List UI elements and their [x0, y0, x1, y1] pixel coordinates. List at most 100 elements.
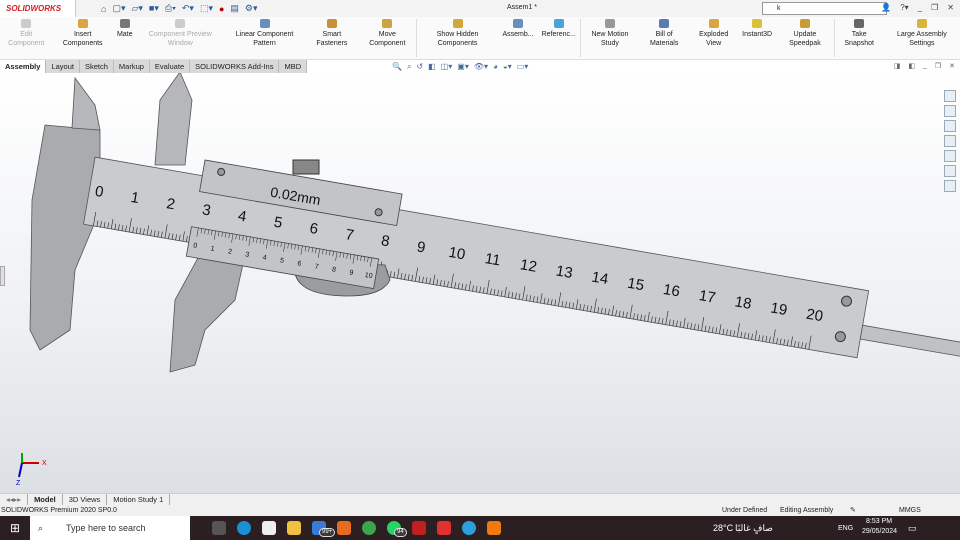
zoom-area-icon[interactable]: ⌕ — [407, 62, 411, 72]
windows-start-icon[interactable]: ⊞ — [10, 521, 20, 535]
file-explorer-icon[interactable] — [944, 120, 956, 132]
open-icon[interactable]: ▱▾ — [131, 3, 142, 14]
matlab-icon[interactable] — [337, 521, 351, 535]
ribbon-button-large-assembly-settings[interactable]: Large Assembly Settings — [884, 17, 960, 59]
ribbon-button-assemb[interactable]: Assemb... — [499, 17, 538, 59]
forum-icon[interactable] — [944, 180, 956, 192]
tab-markup[interactable]: Markup — [113, 60, 150, 73]
ribbon-button-insert-components[interactable]: Insert Components — [53, 17, 113, 59]
telegram-icon[interactable] — [462, 521, 476, 535]
clock-time[interactable]: 8:53 PM — [866, 518, 892, 525]
units-selector[interactable]: MMGS — [899, 505, 921, 516]
search-input[interactable]: k — [762, 2, 887, 15]
main-scale-number: 18 — [733, 293, 752, 313]
fusion-icon[interactable] — [487, 521, 501, 535]
tab-layout[interactable]: Layout — [46, 60, 80, 73]
restore-doc-button[interactable]: ❐ — [935, 62, 941, 70]
quick-access-toolbar: ⌂ ▢▾ ▱▾ ■▾ ⎙▾ ↶▾ ⬚▾ ● ▤ ⚙▾ — [101, 3, 258, 14]
weather-temp[interactable]: 28°C — [713, 523, 733, 533]
minimize-doc-button[interactable]: _ — [923, 62, 927, 70]
tab-mbd[interactable]: MBD — [279, 60, 308, 73]
ribbon-button-referenc[interactable]: Referenc... — [538, 17, 580, 59]
home-icon[interactable]: ⌂ — [101, 4, 106, 14]
task-view-icon[interactable] — [212, 521, 226, 535]
tab-scroll-arrows[interactable]: ◂◂▸▸ — [0, 494, 29, 505]
tile-icon[interactable]: ◨ — [894, 62, 901, 70]
feature-manager-toggle[interactable] — [0, 266, 5, 286]
acrobat-icon[interactable] — [437, 521, 451, 535]
resources-icon[interactable] — [944, 90, 956, 102]
notifications-icon[interactable]: ▭ — [908, 523, 917, 534]
graphics-area[interactable]: 0 1 2 3 4 5 6 7 8 9 10 11 12 13 14 15 16 17 18 19 20 0.02mm … — [0, 62, 960, 493]
tab-solidworks-add-ins[interactable]: SOLIDWORKS Add-Ins — [190, 60, 280, 73]
edge-icon[interactable] — [237, 521, 251, 535]
ribbon-button-instant3d[interactable]: Instant3D — [738, 17, 776, 59]
tab-motion-study-1[interactable]: Motion Study 1 — [107, 494, 171, 505]
tab-assembly[interactable]: Assembly — [0, 60, 47, 73]
file-properties-icon[interactable]: ▤ — [230, 3, 239, 14]
clock-date[interactable]: 29/05/2024 — [862, 528, 897, 535]
ribbon-button-edit-component[interactable]: Edit Component — [0, 17, 53, 59]
ribbon-button-new-motion-study[interactable]: New Motion Study — [581, 17, 639, 59]
ribbon-button-show-hidden-components[interactable]: Show Hidden Components — [417, 17, 499, 59]
tab-evaluate[interactable]: Evaluate — [149, 60, 191, 73]
section-view-icon[interactable]: ◧ — [428, 62, 436, 72]
ribbon-label: Exploded View — [699, 31, 729, 47]
ribbon-label: New Motion Study — [591, 31, 629, 47]
taskbar-search[interactable]: ⌕ Type here to search — [30, 516, 190, 540]
print-icon[interactable]: ⎙▾ — [165, 3, 176, 14]
file-explorer-taskbar-icon[interactable] — [287, 521, 301, 535]
whatsapp-icon[interactable]: 94 — [387, 521, 407, 537]
ribbon-icon — [21, 19, 32, 28]
save-icon[interactable]: ■▾ — [149, 3, 159, 14]
appearance-icon[interactable]: ◕ — [493, 62, 498, 72]
help-icon[interactable]: ?▾ — [900, 3, 908, 12]
user-icon[interactable]: 👤 — [881, 3, 891, 12]
rebuild-icon[interactable]: ● — [219, 4, 224, 14]
minimize-button[interactable]: _ — [918, 3, 922, 12]
ribbon-button-mate[interactable]: Mate — [113, 17, 137, 59]
close-button[interactable]: ✕ — [947, 3, 954, 12]
caliper-model: 0 1 2 3 4 5 6 7 8 9 10 11 12 13 14 15 16 17 18 19 20 0.02mm … — [29, 73, 960, 373]
view-palette-icon[interactable] — [944, 135, 956, 147]
appearances-icon[interactable] — [944, 150, 956, 162]
ribbon-button-take-snapshot[interactable]: Take Snapshot — [835, 17, 884, 59]
chrome-icon[interactable] — [362, 521, 376, 535]
view-orientation-icon[interactable]: ◫▾ — [441, 62, 453, 72]
close-doc-button[interactable]: ✕ — [949, 62, 955, 70]
ribbon-button-linear-component-pattern[interactable]: Linear Component Pattern — [224, 17, 305, 59]
options-gear-icon[interactable]: ⚙▾ — [245, 3, 258, 14]
undo-icon[interactable]: ↶▾ — [182, 3, 194, 14]
display-style-icon[interactable]: ▣▾ — [457, 62, 469, 72]
select-icon[interactable]: ⬚▾ — [200, 3, 213, 14]
ribbon-button-smart-fasteners[interactable]: Smart Fasteners — [305, 17, 359, 59]
ribbon-icon — [513, 19, 524, 28]
custom-properties-icon[interactable] — [944, 165, 956, 177]
hide-show-icon[interactable]: 👁▾ — [474, 62, 488, 72]
command-tabs: Assembly Layout Sketch Markup Evaluate SOLIDW… — [0, 60, 308, 73]
status-bar: SOLIDWORKS Premium 2020 SP0.0 Under Defi… — [0, 505, 960, 516]
rebuild-status-icon[interactable]: ✎ — [850, 505, 856, 516]
design-library-icon[interactable] — [944, 105, 956, 117]
tab-model[interactable]: Model — [28, 494, 63, 505]
restore-button[interactable]: ❐ — [931, 3, 938, 12]
mail-icon[interactable]: 99+ — [312, 521, 336, 537]
ribbon-icon — [659, 19, 670, 28]
new-icon[interactable]: ▢▾ — [112, 3, 125, 14]
ribbon-button-move-component[interactable]: Move Component — [359, 17, 416, 59]
language-indicator[interactable]: ENG — [838, 525, 853, 532]
zoom-to-fit-icon[interactable]: 🔍 — [392, 62, 402, 72]
ribbon-button-bill-of-materials[interactable]: Bill of Materials — [639, 17, 689, 59]
display-icon[interactable]: ▭▾ — [517, 62, 529, 72]
solidworks-taskbar-icon[interactable] — [412, 521, 426, 535]
scene-icon[interactable]: ◒▾ — [503, 62, 512, 72]
split-icon[interactable]: ◧ — [908, 62, 915, 70]
ribbon-button-update-speedpak[interactable]: Update Speedpak — [776, 17, 834, 59]
previous-view-icon[interactable]: ↺ — [416, 62, 423, 72]
ribbon-icon — [604, 19, 615, 28]
ribbon-button-component-preview-window[interactable]: Component Preview Window — [137, 17, 225, 59]
store-icon[interactable] — [262, 521, 276, 535]
tab-3d-views[interactable]: 3D Views — [63, 494, 108, 505]
tab-sketch[interactable]: Sketch — [79, 60, 114, 73]
ribbon-button-exploded-view[interactable]: Exploded View — [689, 17, 738, 59]
